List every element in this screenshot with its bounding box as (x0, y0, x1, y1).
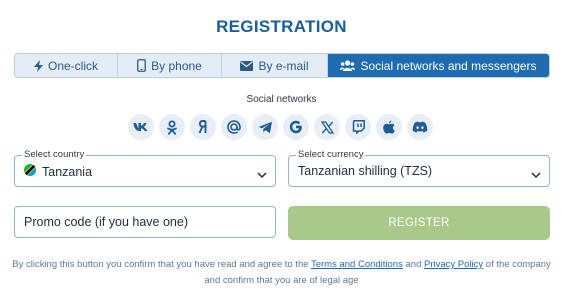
promo-code-input[interactable] (14, 206, 276, 238)
users-icon (340, 60, 356, 71)
tab-social-networks[interactable]: Social networks and messengers (328, 54, 549, 77)
country-select[interactable]: Select country Tanzania (14, 149, 276, 187)
registration-tabs: One-click By phone By e-mail Social netw… (14, 53, 550, 78)
tanzania-flag-icon (24, 164, 36, 179)
tab-one-click[interactable]: One-click (15, 54, 118, 77)
google-icon[interactable] (283, 114, 309, 140)
tab-by-email[interactable]: By e-mail (222, 54, 328, 77)
legal-disclaimer: By clicking this button you confirm that… (10, 257, 553, 288)
apple-icon[interactable] (376, 114, 402, 140)
odnoklassniki-icon[interactable] (159, 114, 185, 140)
currency-select[interactable]: Select currency Tanzanian shilling (TZS) (288, 149, 550, 187)
register-button[interactable]: REGISTER (288, 206, 550, 240)
currency-select-value: Tanzanian shilling (TZS) (298, 164, 433, 178)
disclaimer-text: and (402, 259, 425, 270)
country-select-label: Select country (22, 149, 87, 161)
chevron-down-icon (531, 166, 541, 184)
terms-and-conditions-link[interactable]: Terms and Conditions (311, 259, 403, 270)
social-networks-label: Social networks (246, 94, 317, 105)
page-title: REGISTRATION (216, 17, 347, 36)
social-networks-row (128, 114, 433, 140)
envelope-icon (240, 60, 254, 71)
disclaimer-text: By clicking this button you confirm that… (12, 259, 311, 270)
tab-by-phone[interactable]: By phone (118, 54, 222, 77)
vk-icon[interactable] (128, 114, 154, 140)
discord-icon[interactable] (407, 114, 433, 140)
chevron-down-icon (257, 166, 267, 184)
currency-select-label: Select currency (296, 149, 366, 161)
tab-label: By phone (151, 58, 202, 73)
tab-label: Social networks and messengers (360, 58, 537, 73)
phone-icon (137, 59, 147, 72)
x-icon[interactable] (314, 114, 340, 140)
telegram-icon[interactable] (252, 114, 278, 140)
privacy-policy-link[interactable]: Privacy Policy (424, 259, 483, 270)
yandex-icon[interactable] (190, 114, 216, 140)
lightning-icon (33, 59, 43, 72)
twitch-icon[interactable] (345, 114, 371, 140)
country-select-value: Tanzania (42, 164, 93, 179)
mail-ru-icon[interactable] (221, 114, 247, 140)
tab-label: One-click (47, 58, 98, 73)
tab-label: By e-mail (258, 58, 309, 73)
